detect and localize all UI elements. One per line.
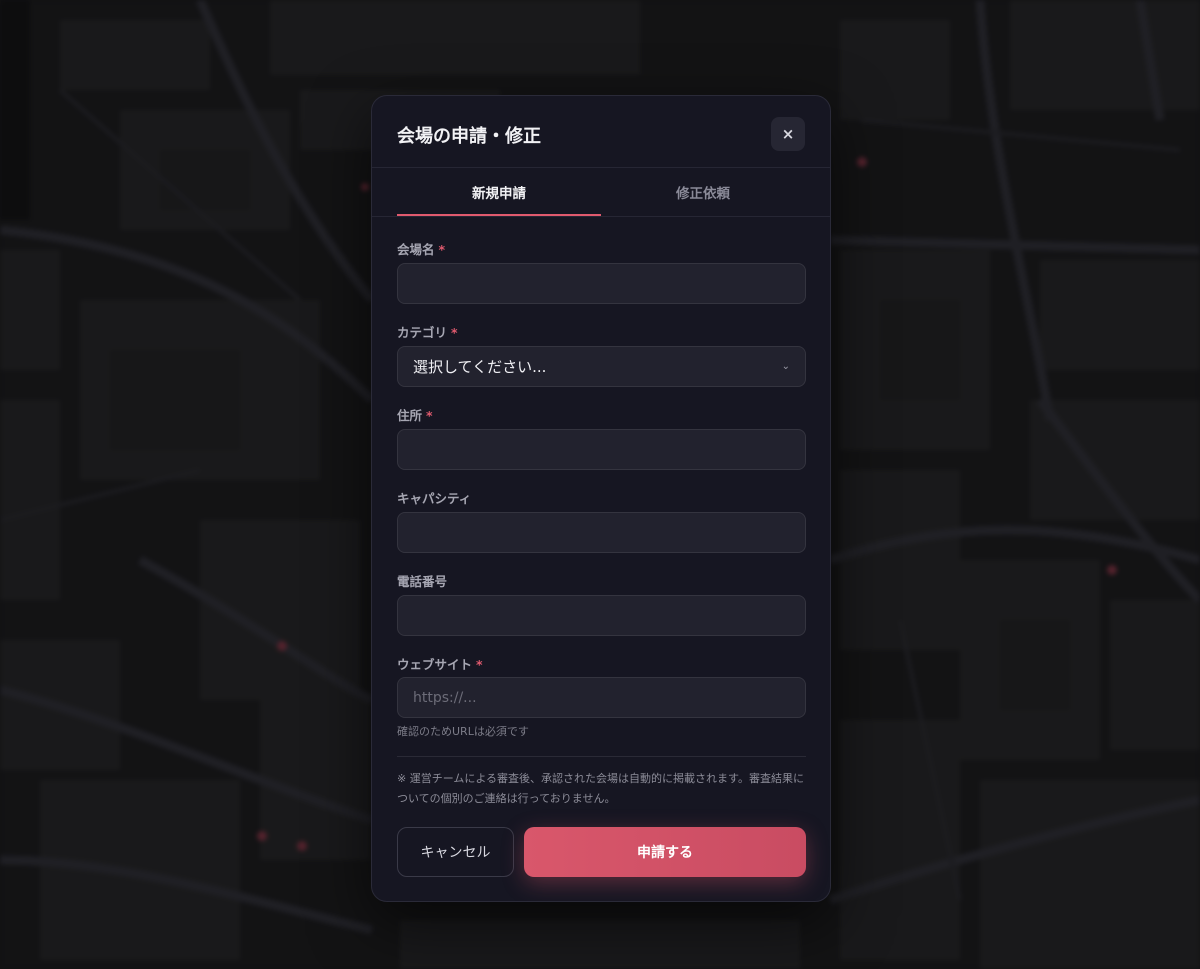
required-mark: *	[451, 325, 458, 340]
submit-button[interactable]: 申請する	[524, 827, 806, 877]
close-icon: ×	[781, 125, 795, 143]
website-label: ウェブサイト *	[397, 654, 483, 673]
tabs-divider	[372, 216, 830, 217]
cancel-button[interactable]: キャンセル	[397, 827, 514, 877]
address-input[interactable]	[397, 429, 806, 470]
venue-name-label-text: 会場名	[397, 242, 435, 257]
venue-application-modal: 会場の申請・修正 × 新規申請 修正依頼 会場名 * カテゴリ * 選択してください…	[371, 95, 831, 902]
required-mark: *	[438, 242, 446, 257]
category-selected-value: 選択してください...	[413, 358, 547, 376]
chevron-down-icon: ⌄	[781, 361, 790, 372]
modal-title: 会場の申請・修正	[397, 126, 541, 147]
review-notice: ※ 運営チームによる審査後、承認された会場は自動的に掲載されます。審査結果につい…	[397, 772, 804, 805]
address-label-text: 住所	[397, 408, 423, 423]
capacity-input[interactable]	[397, 512, 806, 553]
modal-header: 会場の申請・修正 ×	[372, 96, 830, 168]
divider	[397, 756, 806, 757]
category-label-text: カテゴリ	[397, 325, 448, 340]
category-label: カテゴリ *	[397, 322, 458, 341]
website-input[interactable]: https://...	[397, 677, 806, 718]
tab-correction-request[interactable]: 修正依頼	[601, 168, 805, 216]
tab-new-application[interactable]: 新規申請	[397, 168, 601, 216]
required-mark: *	[476, 657, 483, 672]
website-label-text: ウェブサイト	[397, 657, 473, 672]
website-hint: 確認のためURLは必須です	[397, 725, 529, 738]
category-select[interactable]: 選択してください... ⌄	[397, 346, 806, 387]
phone-label: 電話番号	[397, 574, 448, 589]
venue-name-input[interactable]	[397, 263, 806, 304]
required-mark: *	[426, 408, 433, 423]
phone-input[interactable]	[397, 595, 806, 636]
tab-bar: 新規申請 修正依頼	[397, 168, 805, 216]
close-button[interactable]: ×	[771, 117, 805, 151]
capacity-label: キャパシティ	[397, 491, 472, 506]
address-label: 住所 *	[397, 405, 433, 424]
venue-name-label: 会場名 *	[397, 239, 445, 258]
